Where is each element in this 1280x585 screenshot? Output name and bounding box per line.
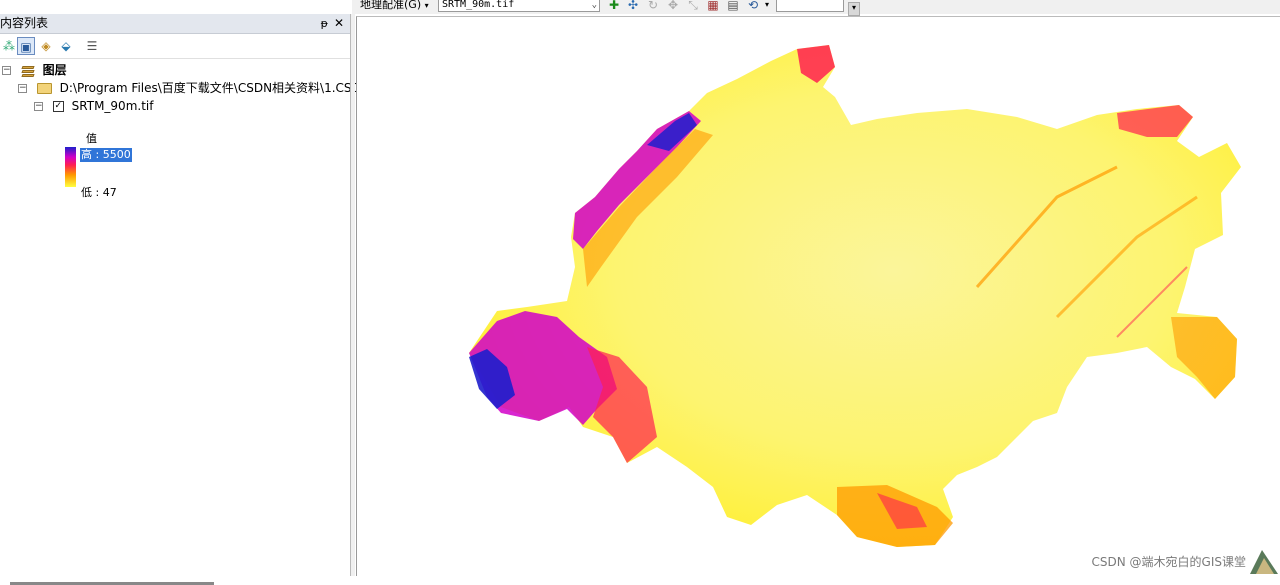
legend-field-label: 值: [86, 132, 97, 145]
pin-icon[interactable]: ᵽ: [321, 14, 328, 33]
dem-raster-map: [469, 45, 1241, 547]
layer-visibility-checkbox[interactable]: ✓: [52, 101, 64, 112]
toolbar-text-field[interactable]: [776, 0, 844, 12]
raster-layer-select-value: SRTM_90m.tif: [442, 0, 515, 10]
georeferencing-menu[interactable]: 地理配准(G) ▾: [360, 0, 429, 13]
collapse-icon[interactable]: −: [2, 66, 11, 75]
dropdown-arrow-icon: ▾: [424, 1, 429, 10]
collapse-icon[interactable]: −: [34, 102, 43, 111]
raster-layer-select[interactable]: SRTM_90m.tif ⌄: [438, 0, 600, 12]
layer-name-label: SRTM_90m.tif: [71, 99, 154, 113]
toc-title-bar: 内容列表 ᵽ ✕: [0, 14, 350, 34]
folder-icon: [36, 83, 52, 94]
add-control-points-icon[interactable]: ✚: [606, 0, 622, 12]
view-link-table-icon[interactable]: ▦: [705, 0, 721, 12]
watermark-text: CSDN @端木宛白的GIS课堂: [1091, 555, 1246, 569]
layers-icon: [21, 65, 35, 77]
close-icon[interactable]: ✕: [334, 14, 344, 33]
root-label: 图层: [42, 63, 67, 77]
rotate-icon[interactable]: ↻: [645, 0, 661, 12]
tree-layer-row[interactable]: − ✓ SRTM_90m.tif: [34, 98, 153, 115]
collapse-icon[interactable]: −: [18, 84, 27, 93]
panel-splitter[interactable]: [350, 14, 355, 576]
chevron-down-icon: ⌄: [591, 0, 597, 10]
map-view[interactable]: CSDN @端木宛白的GIS课堂: [356, 16, 1280, 576]
list-by-source-icon[interactable]: ▣: [17, 37, 35, 55]
legend-low-label: 低 : 47: [81, 186, 117, 199]
scale-icon[interactable]: ⤡: [685, 0, 701, 12]
georeferencing-menu-label: 地理配准(G): [360, 0, 422, 11]
auto-adjust-icon[interactable]: ✣: [625, 0, 641, 12]
tree-root-layers[interactable]: − 图层: [2, 62, 67, 79]
table-of-contents-panel: 内容列表 ᵽ ✕ ⁂ ▣ ◈ ⬙ ☰ − 图层 − D:\Program Fil…: [0, 14, 382, 585]
dropdown-arrow-icon[interactable]: ▾: [759, 0, 775, 12]
toc-title: 内容列表: [0, 16, 49, 30]
legend-color-ramp: [65, 147, 76, 187]
folder-path-label: D:\Program Files\百度下载文件\CSDN相关资料\1.CSDN制: [59, 81, 382, 95]
legend-high-label[interactable]: 高 : 5500: [80, 148, 132, 162]
list-by-drawing-order-icon[interactable]: ⁂: [0, 37, 18, 55]
toolbar-overflow-button[interactable]: ▾: [848, 2, 860, 16]
list-by-visibility-icon[interactable]: ◈: [37, 37, 55, 55]
options-icon[interactable]: ☰: [83, 37, 101, 55]
corner-logo-icon: [1250, 550, 1278, 574]
georeferencing-toolbar: 地理配准(G) ▾ SRTM_90m.tif ⌄ ✚ ✣ ↻ ✥ ⤡ ▦ ▤ ⟲…: [352, 0, 1280, 16]
list-by-selection-icon[interactable]: ⬙: [57, 37, 75, 55]
shift-icon[interactable]: ✥: [665, 0, 681, 12]
update-display-icon[interactable]: ▤: [725, 0, 741, 12]
toc-toolbar: ⁂ ▣ ◈ ⬙ ☰: [0, 34, 350, 59]
tree-folder-row[interactable]: − D:\Program Files\百度下载文件\CSDN相关资料\1.CSD…: [18, 80, 382, 97]
